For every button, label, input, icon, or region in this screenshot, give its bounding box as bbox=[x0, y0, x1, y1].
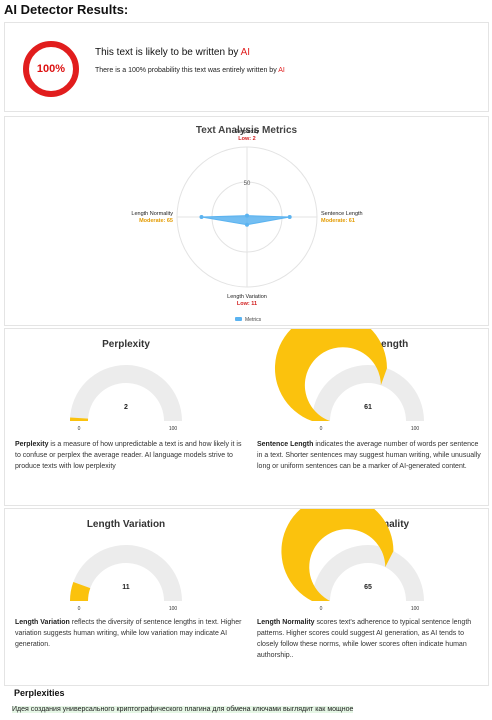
gauge-min-label: 0 bbox=[320, 606, 323, 612]
gauge-chart: 11 0 100 bbox=[70, 545, 182, 612]
gauge-row-2: Length Variation 11 0 100 Length Variation… bbox=[4, 508, 489, 686]
perplexities-section: Perplexities Идея создания универсальног… bbox=[4, 688, 489, 720]
result-card: 100% This text is likely to be written b… bbox=[4, 22, 489, 112]
result-headline: This text is likely to be written by AI bbox=[95, 47, 250, 58]
radar-point-1 bbox=[287, 215, 292, 219]
gauge-description: Perplexity is a measure of how unpredict… bbox=[15, 439, 243, 472]
gauge-value: 65 bbox=[364, 584, 372, 591]
gauge-chart: 61 0 100 bbox=[274, 329, 424, 432]
perplexities-title: Perplexities bbox=[14, 688, 65, 698]
gauge-value: 11 bbox=[122, 584, 130, 591]
result-subtext: There is a 100% probability this text wa… bbox=[95, 67, 285, 74]
metrics-card: Text Analysis Metrics 50 Perplexity Low: 2… bbox=[4, 116, 489, 326]
radar-chart: 50PerplexityLow: 2Sentence LengthModerat… bbox=[131, 129, 363, 323]
gauge-description: Length Normality scores text's adherence… bbox=[257, 617, 485, 661]
gauge-track bbox=[312, 365, 424, 421]
gauge-row-1: Perplexity 2 0 100 Perplexity is a measure… bbox=[4, 328, 489, 506]
radar-axis-level: Low: 2 bbox=[238, 136, 255, 142]
radar-axis-label: Sentence Length bbox=[321, 211, 363, 217]
radar-scale-label: 50 bbox=[244, 181, 251, 187]
page-title: AI Detector Results: bbox=[4, 2, 129, 17]
gauge-length-variation: Length Variation 11 0 100 Length Variation… bbox=[5, 509, 247, 685]
perplexities-sentence: Идея создания универсального криптографи… bbox=[12, 706, 354, 713]
perplexities-text: Идея создания универсального криптографи… bbox=[12, 704, 482, 716]
gauge-desc-term: Length Variation bbox=[15, 619, 70, 626]
legend-label: Metrics bbox=[245, 317, 262, 323]
radar-axis-label: Perplexity bbox=[235, 129, 259, 135]
result-sub-source: AI bbox=[278, 67, 285, 74]
radar-axis-label: Length Normality bbox=[131, 211, 173, 217]
gauge-desc-term: Sentence Length bbox=[257, 441, 314, 448]
gauge-min-label: 0 bbox=[78, 426, 81, 432]
gauge-length-normality: Length Normality 65 0 100 Length Normality… bbox=[247, 509, 489, 685]
gauge-value: 61 bbox=[364, 404, 372, 411]
radar-point-0 bbox=[245, 213, 249, 218]
gauge-min-label: 0 bbox=[320, 426, 323, 432]
radar-axis-level: Moderate: 65 bbox=[139, 218, 173, 224]
gauge-track bbox=[70, 365, 182, 421]
gauge-description: Length Variation reflects the diversity … bbox=[15, 617, 243, 650]
gauge-max-label: 100 bbox=[169, 606, 178, 612]
gauge-value: 2 bbox=[124, 404, 128, 411]
result-headline-source: AI bbox=[240, 47, 251, 58]
gauge-track bbox=[312, 545, 424, 601]
gauge-min-label: 0 bbox=[78, 606, 81, 612]
gauge-desc-text: is a measure of how unpredictable a text… bbox=[15, 441, 242, 470]
radar-axis-level: Low: 11 bbox=[237, 301, 257, 307]
gauge-max-label: 100 bbox=[411, 426, 420, 432]
gauge-chart: 65 0 100 bbox=[281, 509, 424, 612]
result-headline-prefix: This text is likely to be written by bbox=[95, 47, 241, 58]
radar-point-2 bbox=[245, 222, 249, 227]
radar-axis-label: Length Variation bbox=[227, 294, 267, 300]
legend-swatch bbox=[235, 317, 242, 321]
result-sub-prefix: There is a 100% probability this text wa… bbox=[95, 67, 279, 74]
gauge-description: Sentence Length indicates the average nu… bbox=[257, 439, 485, 472]
gauge-desc-term: Length Normality bbox=[257, 619, 315, 626]
gauge-max-label: 100 bbox=[411, 606, 420, 612]
gauge-perplexity: Perplexity 2 0 100 Perplexity is a measure… bbox=[5, 329, 247, 505]
radar-point-3 bbox=[199, 215, 204, 219]
gauge-sentence-length: Sentence Length 61 0 100 Sentence Length i… bbox=[247, 329, 489, 505]
radar-axis-level: Moderate: 61 bbox=[321, 218, 355, 224]
probability-percent: 100% bbox=[36, 63, 66, 75]
gauge-max-label: 100 bbox=[169, 426, 178, 432]
gauge-chart: 2 0 100 bbox=[70, 365, 182, 432]
gauge-desc-term: Perplexity bbox=[15, 441, 49, 448]
probability-ring: 100% bbox=[23, 41, 79, 97]
